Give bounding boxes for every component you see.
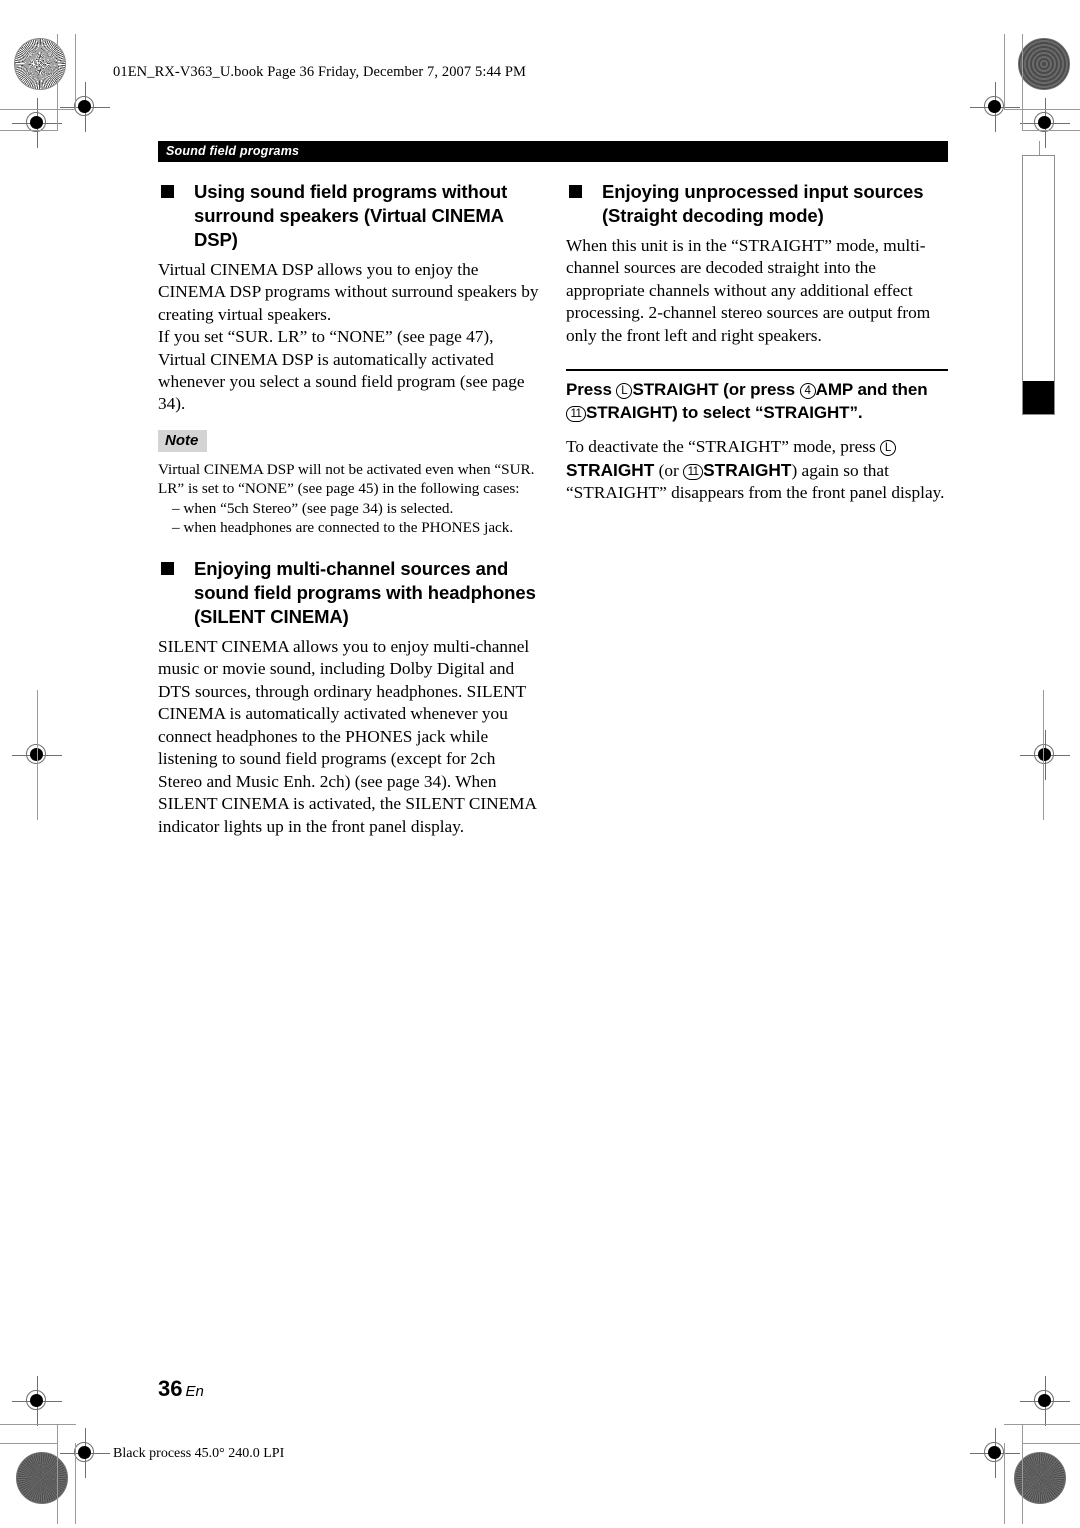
- registration-crosshair-right-mid: [1020, 730, 1070, 780]
- paragraph-silent-cinema: SILENT CINEMA allows you to enjoy multi-…: [158, 636, 537, 836]
- button-straight-label: STRAIGHT: [632, 380, 719, 400]
- note-text: Virtual CINEMA DSP will not be activated…: [158, 460, 535, 498]
- registration-crosshair-bottom-right-upper: [1020, 1376, 1070, 1426]
- print-process-note: Black process 45.0° 240.0 LPI: [113, 1446, 285, 1461]
- heading-virtual-cinema-dsp: Using sound field programs without surro…: [158, 180, 540, 252]
- heading-line-2: surround speakers (Virtual CINEMA DSP): [194, 204, 504, 250]
- heading-line-2: sound field programs with headphones: [194, 582, 536, 604]
- heading-line-3: (SILENT CINEMA): [194, 605, 349, 627]
- heading-line-1: Enjoying multi-channel sources and: [194, 558, 509, 580]
- registration-crosshair-top-left-upper: [60, 82, 110, 132]
- button-straight-label-2: STRAIGHT: [703, 459, 792, 480]
- crop-line-bl-h1: [0, 1424, 76, 1426]
- note-bullet-2: – when headphones are connected to the P…: [172, 518, 514, 536]
- instruction-press-word: Press: [566, 380, 617, 400]
- crop-line-tr-v2: [1004, 34, 1006, 110]
- file-header-text: 01EN_RX-V363_U.book Page 36 Friday, Dece…: [113, 64, 527, 80]
- crop-line-right-mid-v: [1043, 690, 1045, 820]
- crop-line-tl-v2: [75, 34, 77, 110]
- note-label: Note: [158, 429, 208, 452]
- square-bullet-icon: [569, 185, 582, 198]
- section-header-bar: Sound field programs: [158, 141, 948, 162]
- crop-line-br-v2: [1004, 1443, 1006, 1524]
- marker-11-icon: 11: [683, 463, 704, 480]
- registration-dot-bottom-left: [16, 1452, 68, 1504]
- crop-line-tl-v1: [57, 34, 59, 131]
- instruction-and-then: and then: [852, 380, 928, 400]
- registration-starburst-top-left: [14, 38, 66, 90]
- thumb-index-tab: [1022, 155, 1055, 415]
- paragraph-deactivate-straight: To deactivate the “STRAIGHT” mode, press…: [566, 436, 948, 504]
- crop-line-br-v1: [1022, 1424, 1024, 1524]
- crop-line-tr-v1: [1022, 34, 1024, 131]
- crop-line-br-h2: [1022, 1443, 1080, 1445]
- crop-line-bl-v2: [75, 1443, 77, 1524]
- registration-crosshair-bottom-left-lower: [60, 1428, 110, 1478]
- heading-line-1: Using sound field programs without: [194, 181, 508, 202]
- two-column-layout: Using sound field programs without surro…: [158, 180, 948, 838]
- page-number-value: 36: [158, 1376, 183, 1401]
- button-amp-label: AMP: [815, 380, 853, 400]
- note-bullet-1: – when “5ch Stereo” (see page 34) is sel…: [172, 499, 454, 517]
- heading-silent-cinema: Enjoying multi-channel sources and sound…: [158, 557, 540, 629]
- square-bullet-icon: [161, 562, 174, 576]
- crop-line-left-mid-v: [37, 690, 39, 820]
- crop-line-tl-h1: [0, 109, 76, 111]
- crop-line-bl-h2: [0, 1443, 58, 1445]
- square-bullet-icon: [161, 185, 174, 198]
- registration-crosshair-top-right-upper: [970, 82, 1020, 132]
- marker-4-icon: 4: [799, 383, 816, 400]
- marker-l-icon: L: [616, 383, 633, 400]
- registration-crosshair-bottom-left-upper: [12, 1376, 62, 1426]
- left-column: Using sound field programs without surro…: [158, 180, 540, 838]
- deactivate-lead: To deactivate the “STRAIGHT” mode, press: [566, 437, 881, 457]
- crop-line-tr-h1: [1004, 109, 1080, 111]
- right-column: Enjoying unprocessed input sources (Stra…: [566, 180, 948, 838]
- registration-crosshair-bottom-right-lower: [970, 1428, 1020, 1478]
- crop-line-tr-h2: [1022, 130, 1080, 132]
- paragraph-virtual-cinema-dsp-2: If you set “SUR. LR” to “NONE” (see page…: [158, 327, 525, 414]
- heading-line-2: (Straight decoding mode): [602, 204, 824, 226]
- page-number-footer: 36 En: [158, 1376, 204, 1402]
- instruction-or-press: (or press: [718, 380, 800, 400]
- crop-line-br-h1: [1004, 1424, 1080, 1426]
- marker-11-icon: 11: [566, 405, 586, 422]
- deactivate-or: (or: [654, 460, 684, 480]
- page-content: Sound field programs Using sound field p…: [158, 141, 948, 838]
- thumb-index-tab-marker: [1023, 381, 1054, 414]
- heading-line-1: Enjoying unprocessed input sources: [602, 181, 924, 202]
- registration-dot-top-right: [1018, 38, 1070, 90]
- paragraph-virtual-cinema-dsp-1: Virtual CINEMA DSP allows you to enjoy t…: [158, 259, 539, 324]
- page-language-code: En: [185, 1383, 204, 1400]
- button-straight-label: STRAIGHT: [566, 459, 655, 480]
- crop-line-tl-h2: [0, 130, 58, 132]
- horizontal-divider: [566, 369, 948, 372]
- paragraph-straight-decoding: When this unit is in the “STRAIGHT” mode…: [566, 235, 931, 345]
- button-straight-label-2: STRAIGHT: [586, 402, 673, 422]
- marker-l-icon: L: [880, 440, 897, 457]
- instruction-tail: ) to select “STRAIGHT”.: [672, 402, 863, 422]
- heading-straight-decoding: Enjoying unprocessed input sources (Stra…: [566, 180, 948, 228]
- instruction-press-straight: Press L STRAIGHT (or press 4 AMP and then …: [566, 379, 948, 424]
- crop-line-bl-v1: [57, 1424, 59, 1524]
